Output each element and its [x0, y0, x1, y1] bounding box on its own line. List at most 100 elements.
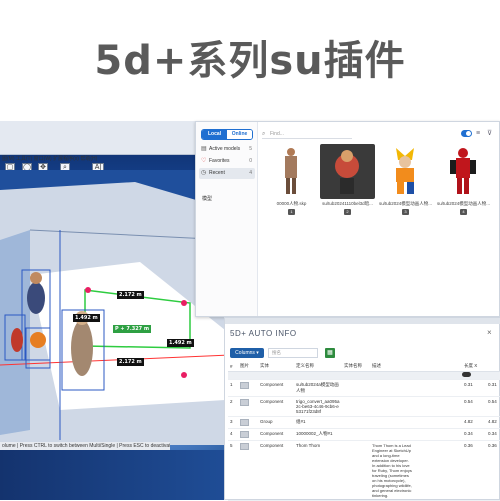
clock-icon: ◷	[201, 170, 207, 176]
dimension-label-total: P + 7.327 m	[113, 325, 152, 333]
model-card[interactable]: su/tub2024模型动画人物... 4	[436, 144, 491, 219]
sidebar-item-active-models[interactable]: ▤ Active models 5	[199, 144, 255, 155]
view-toggle[interactable]	[461, 130, 472, 137]
model-thumbnail	[264, 144, 319, 199]
filter-row	[228, 371, 500, 380]
row-entity: Component	[258, 428, 294, 441]
row-index: 5	[228, 440, 238, 501]
row-thumbnail	[240, 418, 249, 426]
row-length: 0.34	[462, 428, 486, 441]
row-index: 2	[228, 396, 238, 417]
row-definition-name[interactable]: su/tub2024a模型动画人物	[294, 379, 342, 397]
model-thumbnail	[436, 144, 491, 199]
headline: 5d+系列su插件	[94, 38, 406, 84]
model-card[interactable]: 00000人物.skp 1	[264, 144, 319, 219]
sidebar-item-label: Favorites	[209, 158, 230, 164]
column-header[interactable]	[446, 362, 462, 372]
model-name: su/tub2024模型动画人物...	[436, 201, 491, 206]
figure-child-red	[11, 328, 23, 352]
windows-taskbar	[0, 450, 224, 500]
column-header[interactable]	[430, 362, 446, 372]
row-index: 3	[228, 416, 238, 429]
model-card[interactable]: su/tub2024模型动画人物... 3	[378, 144, 433, 219]
table-row[interactable]: 4 Component 10000002_人物#1 0.34 0.34	[228, 428, 500, 441]
column-header[interactable]: 实体	[258, 362, 294, 372]
sketchup-status-bar: olume | Press CTRL to switch between Mul…	[0, 442, 170, 450]
heart-icon: ♡	[201, 158, 207, 164]
row-entity: Component	[258, 440, 294, 501]
row-length: 0.54	[462, 396, 486, 417]
row-description	[370, 379, 414, 397]
sketchup-menu[interactable]: 图(M) 工具(T) 窗口(W) 扩展程序(x) 帮助(H)	[0, 155, 200, 163]
model-index-badge: 1	[288, 209, 295, 215]
row-entity: Component	[258, 379, 294, 397]
table-row[interactable]: 2 Component trigo_convert_aa095a2c-be63-…	[228, 396, 500, 417]
column-header[interactable]	[414, 362, 430, 372]
sidebar-item-label: Active models	[209, 146, 241, 152]
visibility-icon[interactable]	[462, 371, 471, 377]
row-thumbnail	[240, 430, 249, 438]
sidebar-item-label: Recent	[209, 170, 225, 176]
grip-point-2[interactable]	[181, 372, 187, 378]
auto-info-table: # 图片 实体 定义名称 实体名称 描述 长度 X 1 Component su…	[228, 362, 500, 501]
dimension-label-right: 1.492 m	[167, 339, 194, 347]
list-icon[interactable]: ≡	[476, 129, 480, 138]
sidebar-item-recent[interactable]: ◷ Recent 4	[199, 168, 255, 179]
columns-button[interactable]: Columns ▾	[230, 348, 264, 358]
row-definition-name[interactable]: 组#1	[294, 416, 342, 429]
row-extra: 0.36	[486, 440, 500, 501]
row-definition-name[interactable]: 10000002_人物#1	[294, 428, 342, 441]
row-extra: 0.34	[486, 428, 500, 441]
figure-man-head	[30, 272, 42, 284]
table-row[interactable]: 3 Group 组#1 4.82 4.82	[228, 416, 500, 429]
column-header[interactable]: 长度 X	[462, 362, 486, 372]
model-search-input[interactable]: Find...	[262, 129, 352, 139]
row-definition-name[interactable]: trigo_convert_aa095a2c-be63-4c46-9cb6-e5…	[294, 396, 342, 417]
grip-point-3[interactable]	[85, 287, 91, 293]
row-entity: Group	[258, 416, 294, 429]
model-name: 00000人物.skp	[276, 201, 307, 206]
model-thumbnail	[320, 144, 375, 199]
row-extra: 0.31	[486, 379, 500, 397]
column-header[interactable]: 实体名称	[342, 362, 370, 372]
column-header[interactable]	[486, 362, 500, 372]
figure-woman	[71, 320, 93, 376]
filter-icon[interactable]: ⊽	[487, 129, 492, 138]
dimension-label-bottom: 2.172 m	[117, 358, 144, 366]
excel-export-icon[interactable]: ▦	[325, 348, 335, 358]
model-index-badge: 2	[344, 209, 351, 215]
sketchup-toolbar	[0, 121, 195, 155]
column-header[interactable]: 图片	[238, 362, 258, 372]
local-online-switch: Local Online	[201, 129, 253, 140]
row-entity: Component	[258, 396, 294, 417]
figure-child-orange	[30, 332, 46, 348]
table-row[interactable]: 5 Component Thom Thom Thom Thom is a Lea…	[228, 440, 500, 501]
row-definition-name[interactable]: Thom Thom	[294, 440, 342, 501]
model-index-badge: 3	[402, 209, 409, 215]
model-index-badge: 4	[460, 209, 467, 215]
column-header[interactable]: #	[228, 362, 238, 372]
dimension-label-left: 1.492 m	[73, 314, 100, 322]
sidebar-item-count: 4	[249, 170, 252, 176]
row-description	[370, 416, 414, 429]
auto-info-search-input[interactable]: 搜名	[268, 348, 318, 358]
model-name: su/tub2024模型动画人物...	[378, 201, 433, 206]
grip-point-1[interactable]	[181, 300, 187, 306]
sidebar-item-count: 5	[249, 146, 252, 152]
table-header-row: # 图片 实体 定义名称 实体名称 描述 长度 X	[228, 362, 500, 372]
layers-icon: ▤	[201, 146, 207, 152]
sidebar-item-favorites[interactable]: ♡ Favorites 0	[199, 156, 255, 167]
column-header[interactable]: 定义名称	[294, 362, 342, 372]
row-length: 4.82	[462, 416, 486, 429]
row-thumbnail	[240, 442, 249, 450]
table-row[interactable]: 1 Component su/tub2024a模型动画人物 0.31 0.31	[228, 379, 500, 397]
column-header[interactable]: 描述	[370, 362, 414, 372]
row-description	[370, 428, 414, 441]
close-icon[interactable]: ×	[487, 328, 492, 337]
tab-online[interactable]: Online	[227, 130, 252, 139]
row-description	[370, 396, 414, 417]
model-card[interactable]: su/tub20241110bel3d暗... 2	[320, 144, 375, 219]
folder-label[interactable]: 模型	[202, 195, 212, 202]
row-thumbnail	[240, 381, 249, 389]
tab-local[interactable]: Local	[202, 130, 227, 139]
